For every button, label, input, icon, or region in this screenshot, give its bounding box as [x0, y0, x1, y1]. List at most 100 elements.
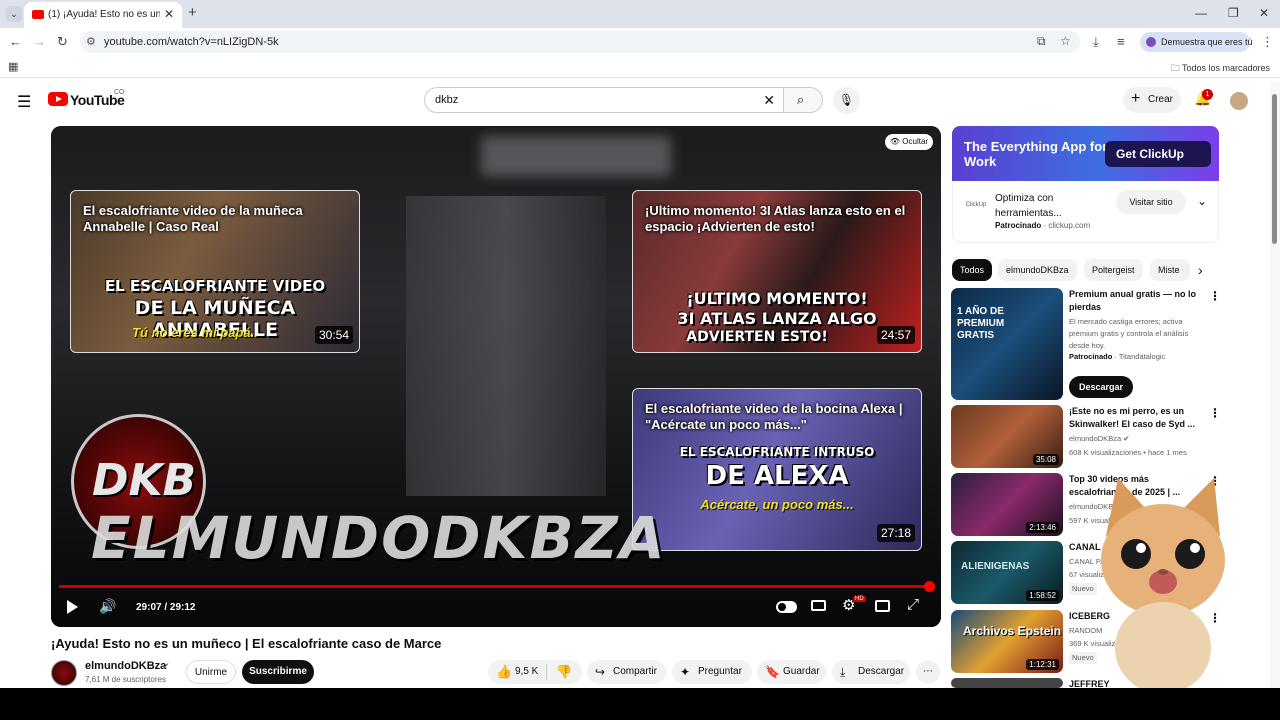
ad-banner-headline: The Everything App for Work	[964, 139, 1108, 169]
install-app-icon[interactable]: ⧉	[1037, 34, 1046, 49]
more-actions-button[interactable]: ⋯	[916, 660, 940, 684]
maximize-button[interactable]: ❐	[1228, 6, 1239, 20]
thumbnail-text: ALIENIGENAS	[961, 561, 1030, 572]
end-card-title: ¡Ultimo momento! 3I Atlas lanza esto en …	[645, 203, 906, 234]
profile-button[interactable]: Demuestra que eres tú	[1140, 32, 1253, 52]
new-tab-button[interactable]: +	[188, 4, 197, 21]
like-thumb-icon[interactable]: 👍	[496, 660, 512, 684]
end-card-duration: 27:18	[876, 524, 915, 542]
youtube-logo-icon[interactable]	[48, 92, 68, 106]
hamburger-menu-icon[interactable]: ☰	[17, 92, 31, 112]
download-cta-button[interactable]: Descargar	[1069, 376, 1133, 398]
tab-search-menu[interactable]: ⌄	[6, 6, 22, 22]
apps-grid-icon[interactable]: ▦	[8, 60, 18, 73]
end-card-video[interactable]: El escalofriante video de la bocina Alex…	[632, 388, 922, 551]
ad-text: Optimiza con herramientas...	[995, 193, 1062, 219]
progress-bar[interactable]	[59, 585, 929, 588]
subscribe-button[interactable]: Suscribirme	[242, 660, 314, 684]
more-options-icon[interactable]: ⋮	[1209, 406, 1221, 420]
downloads-icon[interactable]: ⤓	[1093, 34, 1099, 50]
upload-age: hace 1 mes	[1147, 448, 1187, 457]
address-bar[interactable]: ⚙ youtube.com/watch?v=nLIZigDN-5k ⧉ ☆	[80, 31, 1080, 53]
end-card-title: El escalofriante video de la muñeca Anna…	[83, 203, 303, 234]
page-scrollbar[interactable]	[1270, 82, 1280, 688]
dislike-thumb-icon[interactable]: 👎	[556, 660, 572, 684]
back-arrow-icon[interactable]: ←	[9, 34, 22, 49]
thumbnail-text: 1 AÑO DE PREMIUM GRATIS	[957, 306, 1005, 341]
search-button[interactable]: ⌕	[783, 87, 823, 113]
subtitles-icon[interactable]	[811, 600, 826, 611]
ad-domain: clickup.com	[1048, 221, 1091, 230]
like-count[interactable]: 9,5 K	[515, 660, 538, 684]
recommendation-thumbnail[interactable]: Archivos Epstein 1:12:31	[951, 610, 1063, 673]
chip-mystery[interactable]: Miste	[1150, 259, 1190, 281]
recommendation-title[interactable]: Premium anual gratis — no lo pierdas	[1069, 288, 1199, 314]
browser-tab-active[interactable]: (1) ¡Ayuda! Esto no es un muñe ✕	[24, 2, 182, 28]
autoplay-toggle[interactable]	[776, 601, 797, 613]
visit-site-button[interactable]: Visitar sitio	[1116, 190, 1186, 214]
save-button[interactable]: 🔖 Guardar	[757, 660, 826, 684]
download-icon: ⤓	[840, 665, 846, 679]
recommendation-thumbnail[interactable]: 35:08	[951, 405, 1063, 468]
more-options-icon[interactable]: ⋮	[1209, 289, 1221, 303]
miniplayer-icon[interactable]	[875, 600, 890, 612]
ad-banner[interactable]: The Everything App for Work Get ClickUp	[952, 126, 1219, 181]
recommendation-thumbnail[interactable]: 1 AÑO DE PREMIUM GRATIS	[951, 288, 1063, 400]
search-input[interactable]: dkbz ✕	[424, 87, 784, 113]
youtube-favicon-icon	[32, 10, 44, 19]
recommendation-title[interactable]: ¡Este no es mi perro, es un Skinwalker! …	[1069, 405, 1199, 431]
join-button[interactable]: Unirme	[186, 660, 236, 684]
chevron-right-icon[interactable]: ›	[1198, 262, 1203, 278]
chip-poltergeist[interactable]: Poltergeist	[1084, 259, 1143, 281]
thumbnail-text: Archivos Epstein	[963, 624, 1062, 638]
progress-scrubber[interactable]	[924, 581, 935, 592]
fullscreen-icon[interactable]: ⤢	[907, 596, 919, 613]
end-card-video[interactable]: ¡Ultimo momento! 3I Atlas lanza esto en …	[632, 190, 922, 353]
video-duration: 1:12:31	[1026, 659, 1059, 670]
scrollbar-thumb[interactable]	[1272, 94, 1277, 244]
media-controls-icon[interactable]: ≡	[1117, 34, 1125, 49]
site-info-icon[interactable]: ⚙	[86, 35, 96, 48]
ask-label: Preguntar	[698, 666, 742, 677]
os-taskbar	[0, 688, 1280, 720]
ask-button[interactable]: ✦ Preguntar	[672, 660, 752, 684]
cat-nose	[1158, 569, 1168, 575]
voice-search-button[interactable]: 🎙	[833, 87, 860, 114]
watermark-logo-text: DKB	[92, 455, 197, 506]
cat-body	[1115, 602, 1211, 688]
create-button[interactable]: + Crear	[1123, 87, 1181, 113]
browser-menu-icon[interactable]: ⋮	[1261, 34, 1274, 50]
ad-banner-cta[interactable]: Get ClickUp	[1105, 141, 1211, 167]
chevron-down-icon[interactable]: ⌄	[1197, 194, 1207, 208]
recommendation-thumbnail[interactable]	[951, 678, 1063, 688]
all-bookmarks-button[interactable]: 🗀 Todos los marcadores	[1171, 61, 1270, 77]
reload-icon[interactable]: ↻	[57, 34, 68, 50]
recommendation-thumbnail[interactable]: 2:13:46	[951, 473, 1063, 536]
quality-badge: HD	[853, 596, 866, 602]
download-button[interactable]: ⤓ Descargar	[832, 660, 910, 684]
user-avatar[interactable]	[1230, 92, 1248, 110]
volume-icon[interactable]: 🔊	[99, 598, 116, 615]
close-window-button[interactable]: ✕	[1259, 6, 1269, 20]
chip-all[interactable]: Todos	[952, 259, 993, 281]
minimize-button[interactable]: —	[1195, 6, 1207, 20]
end-card-thumb-text: EL ESCALOFRIANTE INTRUSO	[679, 445, 875, 459]
video-player[interactable]: 👁 Ocultar El escalofriante video de la m…	[51, 126, 941, 627]
forward-arrow-icon[interactable]: →	[33, 34, 46, 49]
time-display: 29:07 / 29:12	[136, 602, 196, 613]
background-door	[406, 196, 606, 496]
sparkle-icon: ✦	[680, 665, 691, 679]
end-card-video[interactable]: El escalofriante video de la muñeca Anna…	[70, 190, 360, 353]
hide-end-cards-button[interactable]: 👁 Ocultar	[885, 134, 933, 150]
clear-search-icon[interactable]: ✕	[763, 92, 775, 109]
play-icon[interactable]	[67, 600, 78, 614]
share-button[interactable]: ↪ Compartir	[587, 660, 666, 684]
channel-avatar[interactable]	[51, 660, 77, 686]
tab-close-icon[interactable]: ✕	[164, 7, 174, 21]
recommendation-thumbnail[interactable]: ALIENIGENAS 1:58:52	[951, 541, 1063, 604]
channel-name[interactable]: elmundoDKBza	[85, 660, 166, 672]
recommendation-item[interactable]: 35:08 ¡Este no es mi perro, es un Skinwa…	[951, 405, 1221, 468]
recommendation-ad[interactable]: 1 AÑO DE PREMIUM GRATIS Premium anual gr…	[951, 288, 1221, 400]
chip-channel[interactable]: elmundoDKBza	[998, 259, 1077, 281]
bookmark-star-icon[interactable]: ☆	[1060, 34, 1071, 48]
